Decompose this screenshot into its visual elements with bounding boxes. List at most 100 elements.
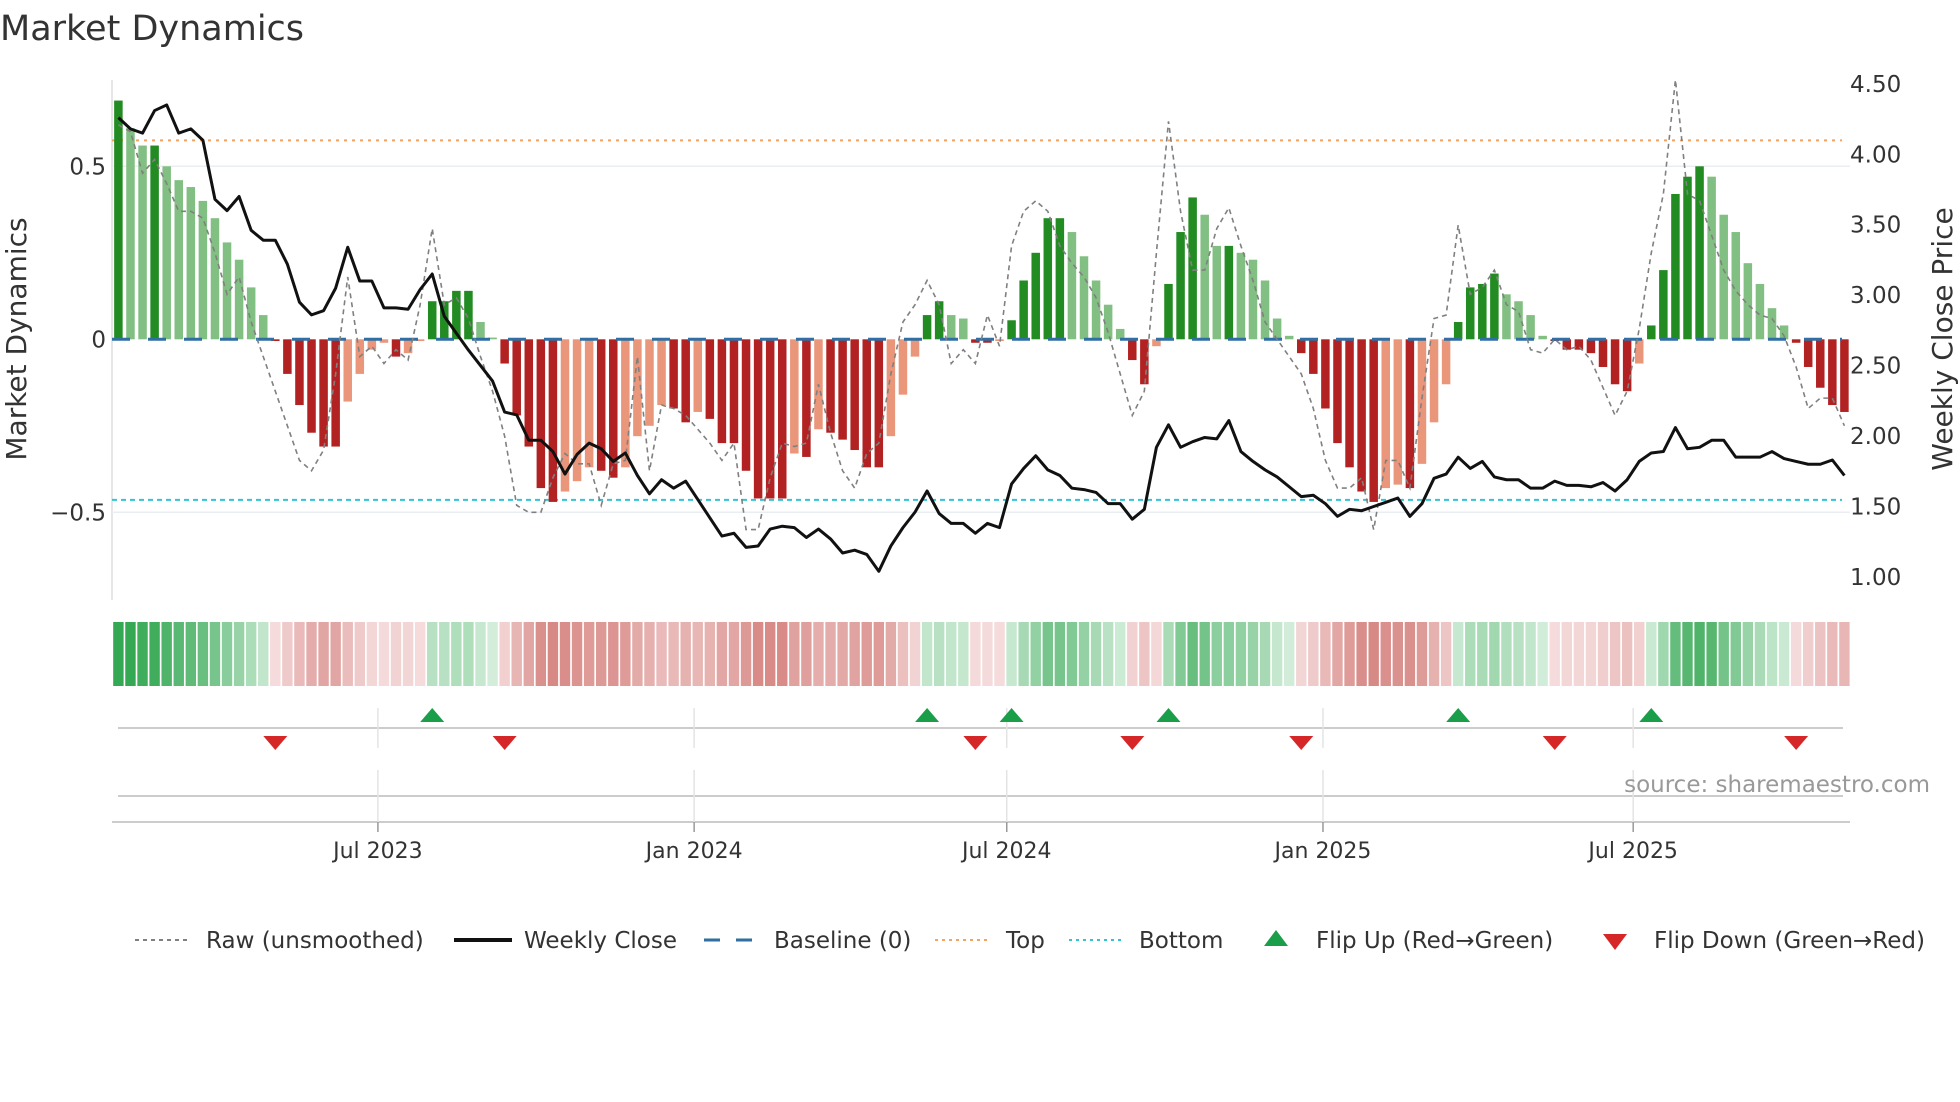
gridlines	[111, 80, 1850, 823]
strip-cell	[390, 622, 402, 686]
strip-cell	[1344, 622, 1355, 686]
strip-cell	[1199, 622, 1210, 686]
strip-cell	[740, 622, 752, 686]
momentum-bar	[657, 339, 666, 406]
momentum-bar	[186, 187, 196, 340]
y-right-tick-label: 1.00	[1850, 565, 1901, 591]
strip-cell	[716, 622, 728, 686]
strip-cell	[137, 622, 148, 686]
momentum-bar	[753, 339, 763, 499]
momentum-bar	[1188, 197, 1197, 340]
momentum-bar	[464, 290, 473, 340]
momentum-bar	[1647, 325, 1656, 340]
legend-item-label: Weekly Close	[524, 928, 677, 954]
strip-cell	[680, 622, 691, 686]
strip-cell	[1827, 622, 1838, 686]
momentum-bar	[1176, 232, 1185, 340]
momentum-bar	[1791, 339, 1801, 343]
strip-cell	[414, 622, 426, 686]
strip-cell	[282, 622, 293, 686]
strip-cell	[487, 622, 498, 686]
legend-flip-down-swatch	[1603, 934, 1627, 950]
strip-cell	[1356, 622, 1367, 686]
momentum-bar	[886, 339, 896, 437]
strip-cell	[1139, 622, 1150, 686]
flip-up-marker	[999, 708, 1024, 722]
momentum-bar	[717, 339, 727, 444]
y-tick-label: −0.5	[50, 500, 106, 526]
strip-cell	[1030, 622, 1041, 686]
strip-cell	[752, 622, 764, 686]
momentum-bar	[319, 339, 328, 447]
x-tick-label: Jul 2023	[331, 839, 423, 864]
market-dynamics-chart: Market Dynamics Market Dynamics Weekly C…	[0, 9, 1959, 954]
momentum-bar	[922, 315, 932, 340]
strip-cell	[1163, 622, 1174, 686]
momentum-bar	[693, 339, 703, 412]
strip-cell	[1803, 622, 1814, 686]
momentum-bar	[1260, 280, 1270, 340]
strip-cell	[1066, 622, 1078, 686]
momentum-bar	[1610, 339, 1620, 385]
strip-cell	[704, 622, 716, 686]
strip-cell	[439, 622, 450, 686]
momentum-bar	[1683, 176, 1692, 340]
strip-cell	[1018, 622, 1029, 686]
strip-cell	[1078, 622, 1090, 686]
strip-cell	[245, 622, 257, 686]
y-axis-right-label: Weekly Close Price	[1926, 207, 1959, 470]
legend-item-label: Flip Down (Green→Red)	[1654, 928, 1925, 954]
momentum-bar	[1321, 339, 1330, 409]
strip-cell	[1754, 622, 1766, 686]
momentum-bar	[681, 339, 690, 423]
flip-up-marker	[420, 708, 445, 722]
strip-cell	[1670, 622, 1681, 686]
strip-cell	[1187, 622, 1198, 686]
flip-down-marker	[1120, 736, 1145, 750]
y-right-tick-label: 2.00	[1850, 424, 1901, 450]
legend-item-label: Raw (unsmoothed)	[206, 928, 424, 954]
momentum-bar	[1067, 232, 1077, 340]
momentum-bar	[524, 339, 534, 447]
momentum-bar	[1079, 256, 1089, 340]
momentum-bar	[1309, 339, 1318, 374]
strip-cell	[1283, 622, 1295, 686]
flip-up-marker	[1639, 708, 1664, 722]
strip-cell	[1127, 622, 1138, 686]
momentum-bar	[1574, 339, 1584, 350]
strip-cell	[342, 622, 353, 686]
momentum-bar	[1538, 335, 1547, 340]
strip-cell	[1778, 622, 1790, 686]
strip-cell	[789, 622, 800, 686]
strip-cell	[559, 622, 571, 686]
strip-cell	[1597, 622, 1609, 686]
y-right-tick-label: 1.50	[1850, 495, 1901, 521]
strip-cell	[849, 622, 860, 686]
momentum-bar	[1478, 283, 1487, 340]
strip-cell	[970, 622, 981, 686]
raw-line	[118, 79, 1846, 531]
strip-cell	[1561, 622, 1572, 686]
strip-cell	[402, 622, 414, 686]
momentum-bar	[1019, 280, 1028, 340]
strip-cell	[1404, 622, 1416, 686]
momentum-bar	[391, 339, 401, 357]
momentum-bar	[234, 259, 244, 340]
strip-cell	[1537, 622, 1548, 686]
strip-cell	[366, 622, 378, 686]
strip-cell	[1392, 622, 1404, 686]
strip-cell	[958, 622, 969, 686]
strip-cell	[463, 622, 474, 686]
strip-cell	[1658, 622, 1669, 686]
strip-cell	[1489, 622, 1500, 686]
momentum-bar	[1490, 273, 1499, 340]
strip-cell	[1730, 622, 1741, 686]
momentum-bar	[910, 339, 920, 357]
legend-item-label: Bottom	[1139, 928, 1223, 954]
momentum-bar	[1369, 339, 1378, 502]
strip-cell	[728, 622, 740, 686]
momentum-bar	[1816, 339, 1825, 388]
momentum-bar	[114, 100, 123, 340]
momentum-bar	[802, 339, 811, 457]
legend-flip-up-swatch	[1264, 930, 1288, 946]
